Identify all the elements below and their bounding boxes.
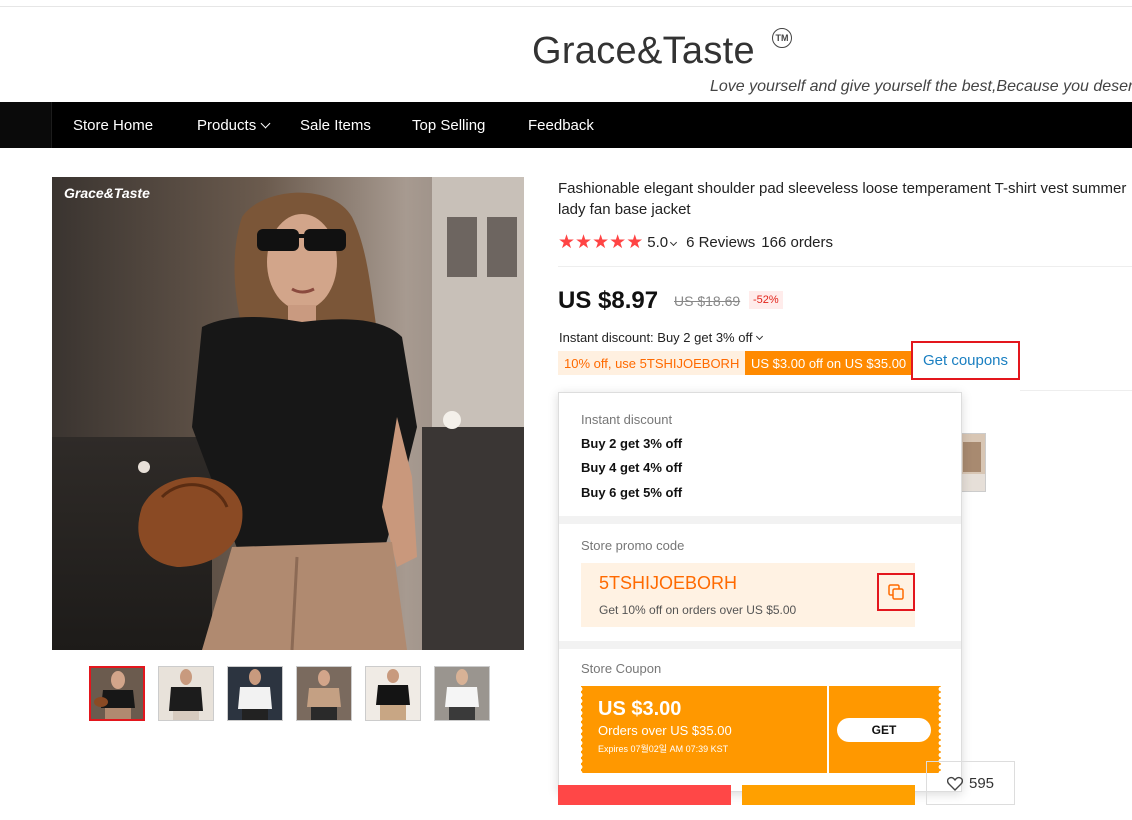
thumbnail-3[interactable] (227, 666, 283, 721)
chevron-down-icon (260, 118, 271, 128)
coupon-tag[interactable]: US $3.00 off on US $35.00 (745, 351, 913, 375)
store-logo[interactable]: Grace&Taste (532, 30, 755, 73)
thumbnail-5[interactable] (365, 666, 421, 721)
thumbnail-6[interactable] (434, 666, 490, 721)
product-title: Fashionable elegant shoulder pad sleevel… (558, 180, 1127, 218)
store-coupon-label: Store Coupon (581, 661, 662, 676)
promo-code: 5TSHIJOEBORH (599, 573, 738, 593)
promo-code-card: 5TSHIJOEBORH Get 10% off on orders over … (581, 563, 915, 627)
rating-row: ★ ★ ★ ★ ★ 5.0 6 Reviews 166 orders (558, 231, 833, 254)
trademark-icon: TM (772, 28, 792, 48)
image-watermark: Grace&Taste (64, 185, 150, 201)
thumbnail-4[interactable] (296, 666, 352, 721)
orders-count: 166 orders (761, 234, 834, 251)
wishlist-count: 595 (968, 774, 995, 792)
store-tagline: Love yourself and give yourself the best… (710, 78, 1132, 95)
get-coupon-button[interactable]: GET (837, 718, 931, 742)
variant-thumbnail[interactable] (958, 433, 986, 492)
discount-badge: -52% (749, 291, 783, 309)
top-divider (0, 6, 1132, 7)
buy-now-button[interactable] (558, 785, 731, 805)
coupon-amount: US $3.00 (598, 698, 682, 720)
star-icon: ★ (558, 232, 575, 253)
reviews-link[interactable]: 6 Reviews (686, 234, 755, 251)
coupon-expiry: Expires 07월02일 AM 07:39 KST (598, 744, 729, 754)
star-icon: ★ (575, 232, 592, 253)
instant-discount-label: Instant discount (581, 412, 673, 427)
instant-discount-toggle[interactable]: Instant discount: Buy 2 get 3% off (559, 330, 764, 345)
wishlist-button[interactable]: 595 (926, 761, 1015, 805)
chevron-down-icon (756, 332, 764, 341)
instant-tier-2: Buy 4 get 4% off (581, 460, 683, 475)
nav-store-home[interactable]: Store Home (73, 102, 153, 148)
current-price: US $8.97 (558, 287, 659, 314)
store-nav-bar: Store Home Products Sale Items Top Selli… (0, 102, 1132, 148)
original-price: US $18.69 (674, 293, 741, 309)
instant-tier-3: Buy 6 get 5% off (581, 485, 683, 500)
rating-value[interactable]: 5.0 (647, 234, 668, 251)
star-icon: ★ (592, 232, 609, 253)
add-to-cart-button[interactable] (742, 785, 915, 805)
nav-top-selling[interactable]: Top Selling (412, 102, 485, 148)
heart-icon (946, 776, 963, 791)
copy-icon (888, 584, 904, 600)
store-coupon-card: US $3.00 Orders over US $35.00 Expires 0… (581, 686, 827, 773)
thumbnail-2[interactable] (158, 666, 214, 721)
chevron-down-icon (670, 238, 678, 247)
get-coupons-link[interactable]: Get coupons (911, 341, 1020, 380)
product-main-image[interactable]: Grace&Taste (52, 177, 524, 650)
promo-tag[interactable]: 10% off, use 5TSHIJOEBORH (558, 351, 746, 375)
coupon-minimum: Orders over US $35.00 (598, 723, 732, 738)
star-icon: ★ (609, 232, 626, 253)
star-icon: ★ (626, 232, 643, 253)
promo-code-label: Store promo code (581, 538, 685, 553)
nav-sale-items[interactable]: Sale Items (300, 102, 371, 148)
coupon-popup: Instant discount Buy 2 get 3% off Buy 4 … (558, 392, 962, 792)
instant-tier-1: Buy 2 get 3% off (581, 436, 683, 451)
nav-products[interactable]: Products (197, 102, 271, 148)
promo-description: Get 10% off on orders over US $5.00 (599, 603, 797, 617)
nav-feedback[interactable]: Feedback (528, 102, 594, 148)
copy-code-button[interactable] (877, 573, 915, 611)
thumbnail-1[interactable] (89, 666, 145, 721)
product-photo (52, 177, 524, 650)
